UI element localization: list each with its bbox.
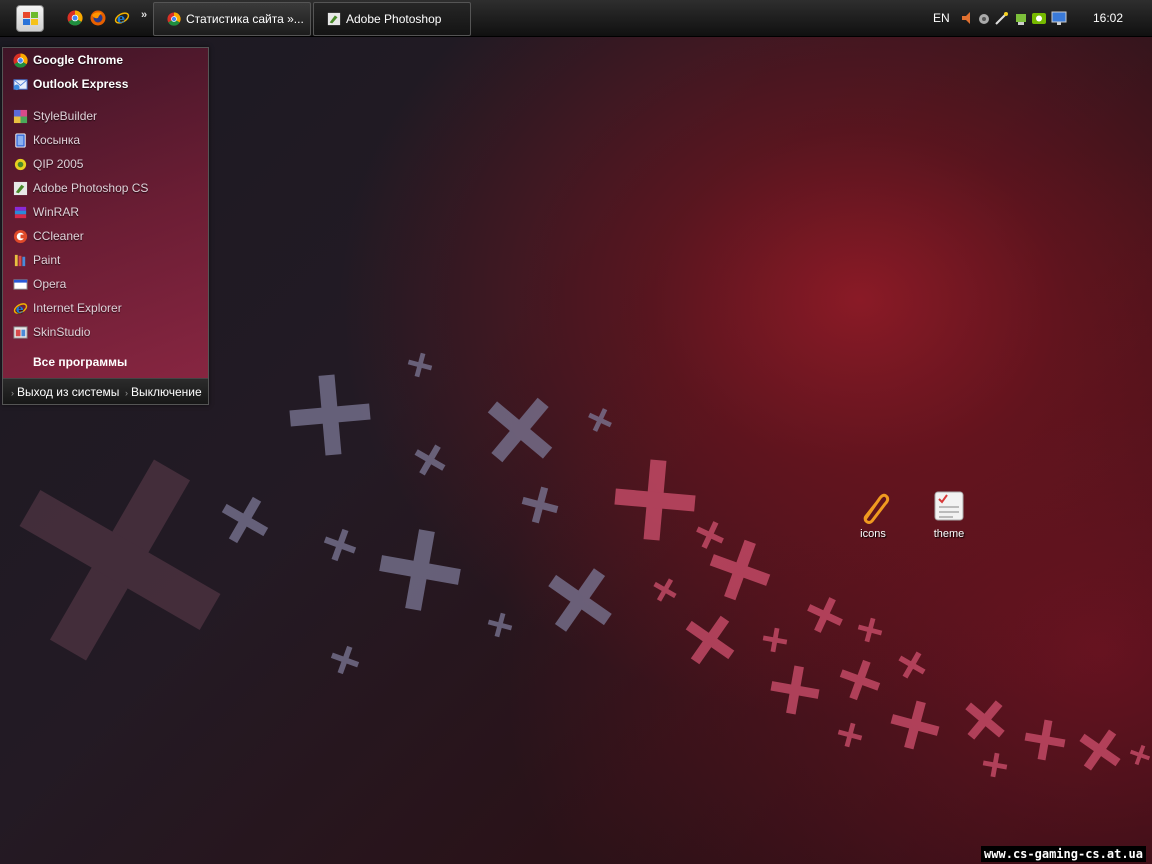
menu-item-label: Google Chrome bbox=[33, 53, 124, 67]
desktop-icon-icons[interactable]: icons bbox=[843, 490, 903, 540]
menu-item-opera[interactable]: Opera bbox=[13, 274, 203, 294]
ie-icon[interactable]: e bbox=[114, 10, 130, 26]
wand-icon bbox=[995, 12, 1008, 25]
photoshop-icon bbox=[13, 181, 28, 196]
theme-icon bbox=[934, 491, 964, 521]
arrow-right-icon: › bbox=[125, 388, 128, 398]
menu-item-outlook-express[interactable]: Outlook Express bbox=[13, 74, 203, 94]
start-menu-footer: › Выход из системы › Выключение bbox=[3, 378, 208, 404]
menu-item-stylebuilder[interactable]: StyleBuilder bbox=[13, 106, 203, 126]
menu-item-ccleaner[interactable]: CCleaner bbox=[13, 226, 203, 246]
menu-item-label: Internet Explorer bbox=[33, 301, 122, 315]
menu-item-google-chrome[interactable]: Google Chrome bbox=[13, 50, 203, 70]
desktop-icon-label: icons bbox=[860, 528, 886, 540]
windows-logo-icon bbox=[23, 12, 38, 25]
logoff-button[interactable]: › Выход из системы bbox=[11, 385, 119, 399]
desktop: e » Статистика сайта »... Adobe Photosho… bbox=[0, 0, 1152, 864]
volume-icon bbox=[962, 12, 970, 24]
svg-text:e: e bbox=[117, 12, 125, 26]
menu-item-label: Opera bbox=[33, 277, 67, 291]
solitaire-icon bbox=[15, 133, 26, 148]
firefox-icon[interactable] bbox=[90, 10, 106, 26]
ccleaner-icon bbox=[13, 229, 28, 244]
taskbar: e » Статистика сайта »... Adobe Photosho… bbox=[0, 0, 1152, 37]
skinstudio-icon bbox=[13, 326, 28, 339]
hardware-icon bbox=[1016, 14, 1026, 25]
desktop-icon-theme[interactable]: theme bbox=[919, 490, 979, 540]
chrome-icon bbox=[13, 53, 28, 68]
photoshop-icon bbox=[327, 12, 341, 26]
watermark: www.cs-gaming-cs.at.ua bbox=[981, 846, 1146, 862]
qip-icon bbox=[14, 158, 27, 171]
monitor-icon bbox=[1051, 11, 1067, 25]
quick-launch-more[interactable]: » bbox=[141, 9, 147, 21]
menu-item-winrar[interactable]: WinRAR bbox=[13, 202, 203, 222]
menu-item-label: Adobe Photoshop CS bbox=[33, 181, 149, 195]
svg-text:e: e bbox=[16, 302, 24, 316]
menu-item-label: StyleBuilder bbox=[33, 109, 98, 123]
menu-item-label: SkinStudio bbox=[33, 325, 91, 339]
arrow-right-icon: › bbox=[11, 388, 14, 398]
language-indicator[interactable]: EN bbox=[933, 11, 950, 25]
shutdown-label: Выключение bbox=[131, 385, 202, 399]
menu-item-photoshop[interactable]: Adobe Photoshop CS bbox=[13, 178, 203, 198]
ie-icon: e bbox=[13, 302, 28, 316]
menu-item-skinstudio[interactable]: SkinStudio bbox=[13, 322, 203, 342]
logoff-label: Выход из системы bbox=[17, 385, 120, 399]
system-tray-icons[interactable] bbox=[960, 10, 1070, 26]
task-label: Adobe Photoshop bbox=[346, 12, 442, 26]
chrome-icon[interactable] bbox=[67, 10, 83, 26]
menu-item-paint[interactable]: Paint bbox=[13, 250, 203, 270]
chrome-icon bbox=[167, 12, 181, 26]
outlook-icon bbox=[13, 79, 28, 91]
menu-item-label: Косынка bbox=[33, 133, 81, 147]
task-button-chrome[interactable]: Статистика сайта »... bbox=[153, 2, 311, 36]
menu-item-solitaire[interactable]: Косынка bbox=[13, 130, 203, 150]
paint-icon bbox=[14, 254, 26, 267]
task-label: Статистика сайта »... bbox=[186, 12, 304, 26]
menu-item-label: Paint bbox=[33, 253, 61, 267]
task-button-photoshop[interactable]: Adobe Photoshop bbox=[313, 2, 471, 36]
shutdown-button[interactable]: › Выключение bbox=[125, 385, 202, 399]
start-button[interactable] bbox=[16, 5, 44, 32]
menu-item-label: QIP 2005 bbox=[33, 157, 84, 171]
menu-item-label: CCleaner bbox=[33, 229, 84, 243]
start-menu: Google Chrome Outlook Express StyleBuild… bbox=[2, 47, 209, 405]
menu-item-label: WinRAR bbox=[33, 205, 80, 219]
desktop-icon-label: theme bbox=[933, 528, 965, 540]
winrar-icon bbox=[14, 206, 27, 219]
menu-item-internet-explorer[interactable]: e Internet Explorer bbox=[13, 298, 203, 318]
nvidia-icon bbox=[1032, 13, 1046, 24]
menu-item-qip[interactable]: QIP 2005 bbox=[13, 154, 203, 174]
opera-icon bbox=[13, 279, 28, 290]
clock[interactable]: 16:02 bbox=[1093, 11, 1123, 25]
network-icon bbox=[979, 14, 989, 24]
stylebuilder-icon bbox=[13, 109, 28, 124]
paperclip-icon bbox=[863, 493, 890, 524]
menu-item-label: Outlook Express bbox=[33, 77, 129, 91]
all-programs-button[interactable]: Все программы bbox=[33, 355, 127, 369]
